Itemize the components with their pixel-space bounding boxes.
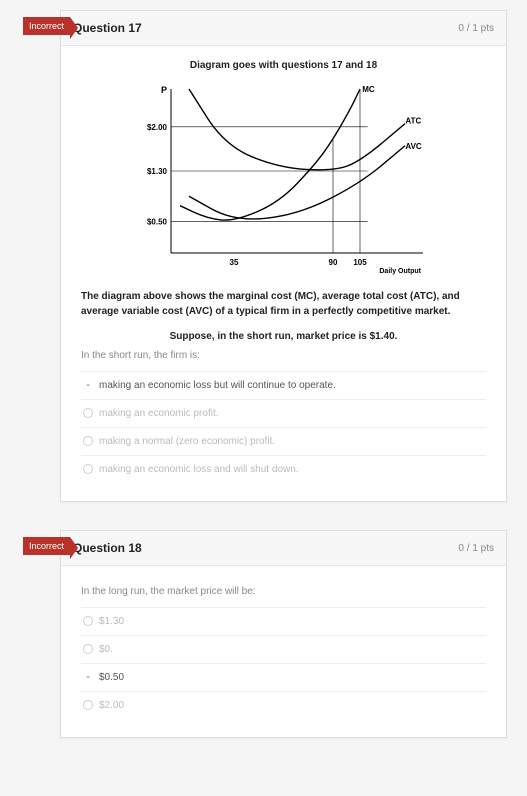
option[interactable]: $2.00: [81, 691, 486, 719]
question-body: In the long run, the market price will b…: [61, 566, 506, 737]
question-points: 0 / 1 pts: [458, 23, 494, 34]
prompt-sub: Suppose, in the short run, market price …: [81, 329, 486, 344]
flag-label: Incorrect: [23, 17, 70, 35]
question-header: Question 18 0 / 1 pts: [61, 531, 506, 566]
radio-icon: [83, 436, 93, 447]
incorrect-flag: Incorrect: [23, 537, 70, 555]
radio-icon: [83, 644, 93, 655]
question-title: Question 17: [73, 21, 142, 35]
option[interactable]: making an economic loss and will shut do…: [81, 455, 486, 483]
svg-text:ATC: ATC: [405, 117, 421, 126]
diagram-caption: Diagram goes with questions 17 and 18: [81, 60, 486, 71]
option-text: making an economic loss and will shut do…: [99, 464, 299, 475]
option-text: $0.50: [99, 672, 124, 683]
question-17: Incorrect Question 17 0 / 1 pts Diagram …: [60, 10, 507, 502]
svg-text:$2.00: $2.00: [146, 123, 167, 132]
option[interactable]: $1.30: [81, 607, 486, 635]
prompt-main: The diagram above shows the marginal cos…: [81, 289, 486, 319]
svg-text:Daily Output: Daily Output: [379, 268, 421, 275]
option[interactable]: - making an economic loss but will conti…: [81, 371, 486, 399]
option-text: making an economic loss but will continu…: [99, 380, 336, 391]
svg-text:35: 35: [229, 258, 238, 267]
question-header: Question 17 0 / 1 pts: [61, 11, 506, 46]
cost-curves-chart: P Daily Output $0.50 $1.30 $2.00 35 90 105 MC ATC…: [129, 79, 439, 279]
option[interactable]: $0.: [81, 635, 486, 663]
radio-icon: [83, 700, 93, 711]
question-stem: In the short run, the firm is:: [81, 350, 486, 361]
flag-label: Incorrect: [23, 537, 70, 555]
svg-text:P: P: [160, 85, 166, 95]
option-text: $1.30: [99, 616, 124, 627]
question-title: Question 18: [73, 541, 142, 555]
radio-icon: [83, 616, 93, 627]
option[interactable]: - $0.50: [81, 663, 486, 691]
svg-text:$1.30: $1.30: [146, 167, 167, 176]
incorrect-flag: Incorrect: [23, 17, 70, 35]
option-text: $2.00: [99, 700, 124, 711]
radio-icon: [83, 464, 93, 475]
svg-text:MC: MC: [362, 85, 375, 94]
question-body: Diagram goes with questions 17 and 18 P D…: [61, 46, 506, 501]
option-text: $0.: [99, 644, 113, 655]
option[interactable]: making an economic profit.: [81, 399, 486, 427]
selected-dash-icon: -: [83, 672, 93, 683]
svg-text:$0.50: $0.50: [146, 217, 167, 226]
selected-dash-icon: -: [83, 380, 93, 391]
svg-text:AVC: AVC: [405, 142, 422, 151]
question-stem: In the long run, the market price will b…: [81, 586, 486, 597]
option-text: making an economic profit.: [99, 408, 219, 419]
question-18: Incorrect Question 18 0 / 1 pts In the l…: [60, 530, 507, 738]
chart-svg: P Daily Output $0.50 $1.30 $2.00 35 90 105 MC ATC…: [129, 79, 439, 279]
svg-text:90: 90: [328, 258, 337, 267]
radio-icon: [83, 408, 93, 419]
question-points: 0 / 1 pts: [458, 543, 494, 554]
option-text: making a normal (zero economic) profit.: [99, 436, 275, 447]
option[interactable]: making a normal (zero economic) profit.: [81, 427, 486, 455]
svg-text:105: 105: [353, 258, 367, 267]
